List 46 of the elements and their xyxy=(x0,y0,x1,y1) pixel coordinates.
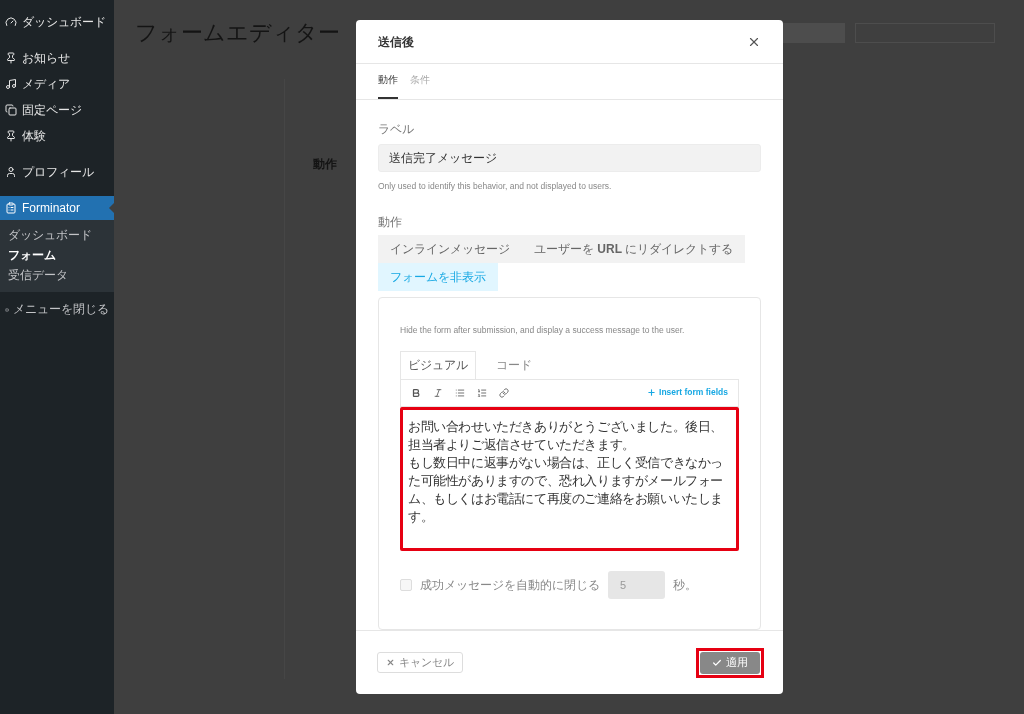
pages-icon xyxy=(5,104,17,116)
sidebar-item[interactable]: メディア xyxy=(0,72,114,96)
bullet-list-icon[interactable] xyxy=(455,387,465,398)
label-input-field[interactable]: 送信完了メッセージ xyxy=(378,144,761,172)
field-label: ラベル xyxy=(378,121,415,138)
current-pointer-icon xyxy=(109,203,114,213)
sidebar-item[interactable]: Forminator xyxy=(0,196,114,220)
behavior-option[interactable]: ユーザーを URL にリダイレクトする xyxy=(522,234,746,263)
checkbox[interactable] xyxy=(400,578,412,591)
dialog-title: 送信後 xyxy=(378,33,414,51)
message-paragraph: お問い合わせいただきありがとうございました。後日、担当者よりご返信させていただきます。 xyxy=(408,417,724,454)
media-icon xyxy=(5,78,17,90)
bold-icon[interactable] xyxy=(411,387,421,398)
sidebar-item[interactable]: 固定ページ xyxy=(0,98,114,122)
cancel-button[interactable]: キャンセル xyxy=(377,652,463,673)
plus-icon xyxy=(647,388,657,397)
numbered-list-icon[interactable] xyxy=(477,387,487,398)
italic-icon[interactable] xyxy=(433,387,443,398)
link-icon[interactable] xyxy=(499,387,509,398)
sidebar-item[interactable]: ダッシュボード xyxy=(0,10,114,34)
behavior-option[interactable]: インラインメッセージ xyxy=(378,234,522,263)
sidebar-item[interactable]: プロフィール xyxy=(0,160,114,184)
apply-button[interactable]: 適用 xyxy=(700,651,760,674)
message-editor[interactable]: お問い合わせいただきありがとうございました。後日、担当者よりご返信させていただきます。 もし数日中に返事がない場合は、正しく受信できなかった可能性がありますので、恐れ入りますがメールフォーム、もしくはお電話にて再度のご連絡をお願いいたします。 xyxy=(400,406,739,551)
pin-icon xyxy=(5,52,17,64)
dashboard-icon xyxy=(5,16,17,28)
collapse-menu-button[interactable]: メニューを閉じる xyxy=(0,298,114,322)
sidebar-item[interactable]: お知らせ xyxy=(0,46,114,70)
sidebar-item[interactable]: 体験 xyxy=(0,124,114,148)
field-label: 動作 xyxy=(378,213,403,231)
editor-tab[interactable]: コード xyxy=(476,350,552,379)
close-icon xyxy=(386,658,395,667)
submenu-item[interactable]: 受信データ xyxy=(0,266,114,286)
help-text: Only used to identify this behavior, and not displayed to users. xyxy=(378,180,613,193)
check-icon xyxy=(712,657,722,668)
clipboard-icon xyxy=(5,202,17,214)
dialog-tab[interactable]: 動作 xyxy=(378,72,398,99)
user-icon xyxy=(5,166,17,178)
message-paragraph: もし数日中に返事がない場合は、正しく受信できなかった可能性がありますので、恐れ入りますがメールフォーム、もしくはお電話にて再度のご連絡をお願いいたします。 xyxy=(408,453,724,526)
pin-icon xyxy=(5,130,17,142)
unit-label: 秒。 xyxy=(673,576,697,594)
editor-tab[interactable]: ビジュアル xyxy=(400,350,476,379)
panel-description: Hide the form after submission, and display a success message to the user. xyxy=(400,323,686,337)
submenu-item[interactable]: ダッシュボード xyxy=(0,226,114,246)
submenu-item[interactable]: フォーム xyxy=(0,246,114,266)
checkbox-label: 成功メッセージを自動的に閉じる xyxy=(420,576,600,594)
